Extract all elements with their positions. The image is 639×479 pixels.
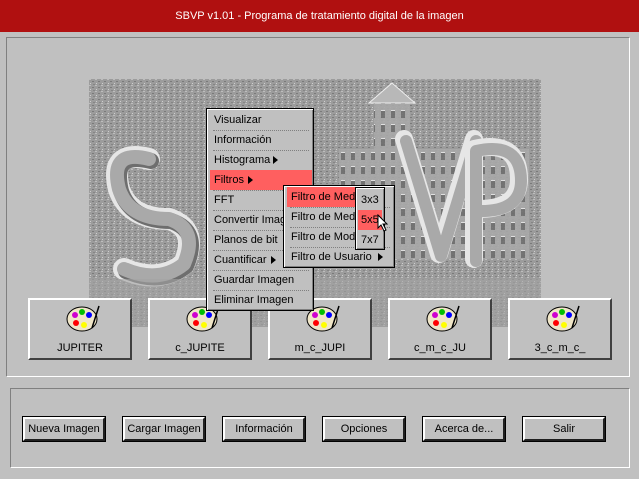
menu-item-guardar-imagen[interactable]: Guardar Imagen (210, 270, 312, 290)
menu-item-filtro-media-1[interactable]: Filtro de Med (287, 187, 359, 207)
menu-item-label: Filtro de Med (291, 211, 356, 223)
menu-item-3x3[interactable]: 3x3 (358, 190, 382, 210)
menu-item-histograma[interactable]: Histograma (210, 150, 312, 170)
menu-item-label: FFT (214, 194, 235, 206)
menu-item-informacion[interactable]: Información (210, 130, 312, 150)
new-image-button[interactable]: Nueva Imagen (22, 416, 106, 442)
window-title: SBVP v1.01 - Programa de tratamiento dig… (175, 10, 464, 22)
menu-item-label: Filtro de Usuario (291, 251, 372, 263)
options-button[interactable]: Opciones (322, 416, 406, 442)
menu-item-label: Filtro de Med (291, 191, 356, 203)
menu-item-label: Filtro de Mod (291, 231, 356, 243)
menu-item-label: Eliminar Imagen (214, 294, 294, 306)
submenu-arrow-icon (273, 156, 278, 164)
information-button[interactable]: Información (222, 416, 306, 442)
thumbnail-3-c-m-c[interactable]: 3_c_m_c_ (508, 298, 612, 360)
thumbnail-label: 3_c_m_c_ (534, 342, 586, 354)
submenu-arrow-icon (248, 176, 253, 184)
thumbnail-label: JUPITER (57, 342, 103, 354)
menu-item-filtro-moda[interactable]: Filtro de Mod (287, 227, 359, 247)
submenu-arrow-icon (271, 256, 276, 264)
about-button[interactable]: Acerca de... (422, 416, 506, 442)
menu-item-label: Planos de bit (214, 234, 278, 246)
thumbnail-c-m-c-ju[interactable]: c_m_c_JU (388, 298, 492, 360)
menu-item-label: Convertir Imag (214, 214, 287, 226)
thumbnail-label: c_JUPITE (175, 342, 225, 354)
palette-icon (66, 305, 100, 332)
mouse-cursor-icon (377, 214, 389, 232)
submenu-arrow-icon (378, 253, 383, 261)
menu-item-eliminar-imagen[interactable]: Eliminar Imagen (210, 290, 312, 310)
thumbnail-jupiter[interactable]: JUPITER (28, 298, 132, 360)
menu-item-label: Información (214, 134, 272, 146)
menu-item-label: Filtros (214, 174, 244, 186)
menu-item-label: Cuantificar (214, 254, 267, 266)
palette-icon (426, 305, 460, 332)
thumbnail-label: m_c_JUPI (294, 342, 346, 354)
menu-item-filtro-media-2[interactable]: Filtro de Med (287, 207, 359, 227)
menu-item-label: Guardar Imagen (214, 274, 295, 286)
menu-item-7x7[interactable]: 7x7 (358, 230, 382, 250)
menu-item-visualizar[interactable]: Visualizar (210, 110, 312, 130)
load-image-button[interactable]: Cargar Imagen (122, 416, 206, 442)
title-bar: SBVP v1.01 - Programa de tratamiento dig… (0, 0, 639, 32)
menu-item-label: Histograma (214, 154, 271, 166)
thumbnail-label: c_m_c_JU (414, 342, 466, 354)
menu-item-label: 7x7 (361, 234, 379, 246)
exit-button[interactable]: Salir (522, 416, 606, 442)
menu-item-label: Visualizar (214, 114, 262, 126)
menu-item-label: 3x3 (361, 194, 379, 206)
palette-icon (546, 305, 580, 332)
